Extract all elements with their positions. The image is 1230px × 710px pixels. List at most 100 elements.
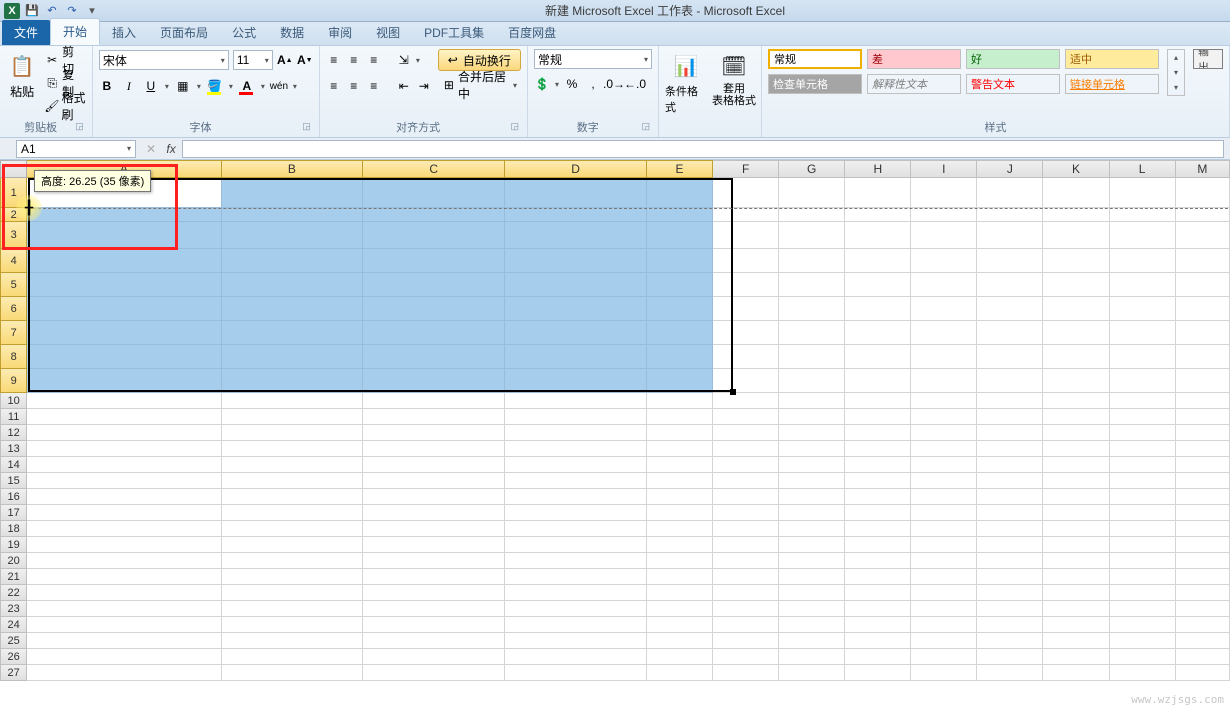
cell[interactable] [1043,441,1109,457]
cell[interactable] [977,345,1043,369]
cell[interactable] [713,489,779,505]
cell[interactable] [845,521,911,537]
cell[interactable] [27,297,221,321]
cell[interactable] [977,633,1043,649]
shrink-font-icon[interactable]: A▼ [297,52,313,68]
cell[interactable] [222,537,364,553]
cell[interactable] [505,521,647,537]
cell[interactable] [27,369,221,393]
cell[interactable] [647,569,713,585]
cell[interactable] [779,665,845,681]
cell[interactable] [505,369,647,393]
cell[interactable] [222,569,364,585]
style-normal[interactable]: 常规 [768,49,862,69]
cell[interactable] [505,393,647,409]
cell[interactable] [363,208,505,222]
row-header[interactable]: 17 [0,505,27,521]
cell[interactable] [911,208,977,222]
cell[interactable] [1043,505,1109,521]
cell[interactable] [977,321,1043,345]
cell[interactable] [977,441,1043,457]
cell[interactable] [363,537,505,553]
cell[interactable] [505,649,647,665]
cell[interactable] [911,273,977,297]
cell[interactable] [1043,297,1109,321]
cell[interactable] [222,441,364,457]
cell[interactable] [1110,489,1176,505]
cell[interactable] [1176,601,1230,617]
cell[interactable] [911,617,977,633]
cell[interactable] [779,585,845,601]
row-header[interactable]: 9 [0,369,27,393]
cell[interactable] [977,409,1043,425]
cell[interactable] [911,585,977,601]
cell[interactable] [222,633,364,649]
cell[interactable] [1176,537,1230,553]
dec-decimal-icon[interactable]: ←.0 [627,76,643,92]
col-header[interactable]: H [845,160,911,178]
formula-input[interactable] [182,140,1224,158]
cell[interactable] [505,489,647,505]
cell[interactable] [977,505,1043,521]
cell[interactable] [911,553,977,569]
cell[interactable] [845,649,911,665]
cell[interactable] [713,409,779,425]
cell[interactable] [27,457,221,473]
cell[interactable] [222,505,364,521]
cell[interactable] [1043,553,1109,569]
cell[interactable] [713,601,779,617]
tab-home[interactable]: 开始 [50,18,100,45]
font-color-icon[interactable]: A [239,78,255,94]
tab-pdf[interactable]: PDF工具集 [412,20,496,45]
cell[interactable] [779,425,845,441]
cell[interactable] [222,585,364,601]
cell[interactable] [911,521,977,537]
cell[interactable] [845,369,911,393]
cell[interactable] [1110,409,1176,425]
cell[interactable] [222,489,364,505]
row-header[interactable]: 6 [0,297,27,321]
cell[interactable] [222,249,364,273]
tab-review[interactable]: 审阅 [316,20,364,45]
fx-icon[interactable]: fx [160,142,182,156]
cell[interactable] [505,569,647,585]
cell[interactable] [779,473,845,489]
cell[interactable] [1110,665,1176,681]
cell[interactable] [505,178,647,208]
cell[interactable] [977,649,1043,665]
cell[interactable] [1110,441,1176,457]
cell[interactable] [713,473,779,489]
cell[interactable] [977,222,1043,249]
cell[interactable] [505,297,647,321]
fill-handle[interactable] [730,389,736,395]
font-size-combo[interactable]: 11▾ [233,50,273,70]
cell[interactable] [1043,569,1109,585]
cell[interactable] [27,553,221,569]
cell[interactable] [713,273,779,297]
cell[interactable] [647,473,713,489]
cell[interactable] [911,369,977,393]
cell[interactable] [911,345,977,369]
style-output[interactable]: 输出 [1193,49,1223,69]
cell[interactable] [222,617,364,633]
number-launcher-icon[interactable]: ◲ [641,121,652,132]
cell[interactable] [647,249,713,273]
cell[interactable] [1043,369,1109,393]
cell[interactable] [27,537,221,553]
cell[interactable] [779,521,845,537]
cell[interactable] [1110,521,1176,537]
style-bad[interactable]: 差 [867,49,961,69]
cell[interactable] [1043,585,1109,601]
cell[interactable] [1110,617,1176,633]
number-format-combo[interactable]: 常规▾ [534,49,652,69]
table-format-button[interactable]: 🗓 套用 表格格式 [713,49,755,109]
cell[interactable] [1110,473,1176,489]
save-icon[interactable]: 💾 [24,3,40,19]
cell[interactable] [845,457,911,473]
col-header[interactable]: I [911,160,977,178]
cell[interactable] [1176,208,1230,222]
row-header[interactable]: 22 [0,585,27,601]
cell[interactable] [363,441,505,457]
spreadsheet-grid[interactable]: ABCDEFGHIJKLM123456789101112131415161718… [0,160,1230,681]
cell[interactable] [713,208,779,222]
